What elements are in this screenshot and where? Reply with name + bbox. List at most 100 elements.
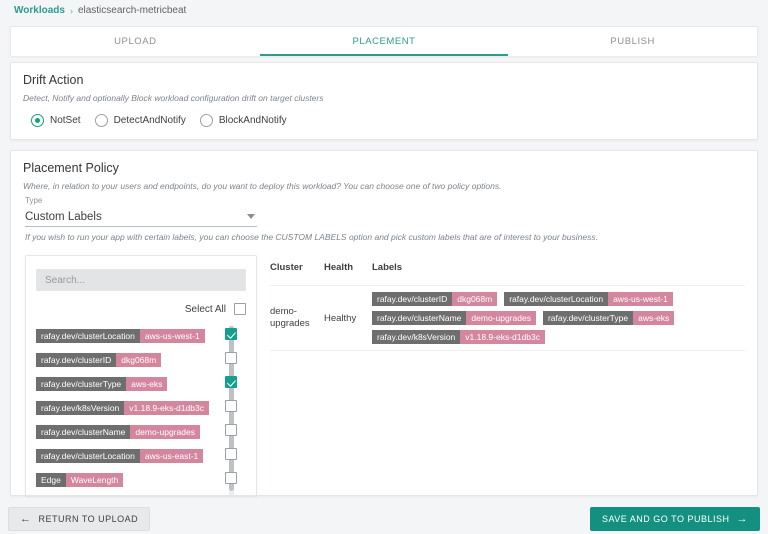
label-chip-value: v1.18.9-eks-d1db3c — [460, 330, 545, 344]
label-item-checkbox[interactable] — [225, 472, 237, 484]
chevron-down-icon — [247, 214, 255, 219]
label-chip-value: aws-eks — [126, 377, 168, 391]
return-to-upload-label: RETURN TO UPLOAD — [38, 514, 139, 524]
label-list-item[interactable]: rafay.dev/clusterLocation aws-us-west-1 — [26, 324, 256, 348]
label-chip-key: rafay.dev/k8sVersion — [372, 330, 461, 344]
cell-cluster-name: demo-upgrades — [270, 306, 310, 329]
breadcrumb-separator-icon: › — [69, 6, 73, 16]
radio-icon-blockandnotify — [199, 114, 213, 127]
label-item-checkbox[interactable] — [225, 424, 237, 436]
policy-type-hint: If you wish to run your app with certain… — [25, 232, 598, 242]
placement-policy-subtitle: Where, in relation to your users and end… — [23, 181, 502, 191]
label-list-item[interactable]: rafay.dev/clusterLocation aws-us-east-1 — [26, 444, 256, 468]
label-chip-value: aws-eks — [633, 311, 675, 325]
label-chip: rafay.dev/clusterName demo-upgrades — [372, 311, 536, 325]
label-chip-key: rafay.dev/clusterID — [372, 292, 453, 306]
label-chip-value: aws-us-west-1 — [608, 292, 673, 306]
select-all-checkbox[interactable] — [234, 303, 246, 315]
label-chip: rafay.dev/clusterLocation aws-us-west-1 — [36, 329, 205, 343]
table-row: demo-upgrades Healthy rafay.dev/clusterID d… — [270, 285, 745, 351]
radio-label-blockandnotify: BlockAndNotify — [218, 115, 287, 126]
label-item-checkbox[interactable] — [225, 328, 237, 340]
radio-option-detectandnotify[interactable]: DetectAndNotify — [94, 114, 186, 127]
label-chip: rafay.dev/clusterID dkg068m — [36, 353, 162, 367]
label-chip-key: rafay.dev/clusterLocation — [36, 329, 140, 343]
label-list-item[interactable]: rafay.dev/clusterName demo-upgrades — [26, 420, 256, 444]
label-item-checkbox-wrap — [225, 423, 246, 441]
label-list-item[interactable]: rafay.dev/clusterID dkg068m — [26, 348, 256, 372]
label-chip: rafay.dev/k8sVersion v1.18.9-eks-d1db3c — [36, 401, 209, 415]
label-chip: rafay.dev/clusterName demo-upgrades — [36, 425, 200, 439]
drift-action-radio-group: NotSet DetectAndNotify BlockAndNotify — [11, 103, 757, 127]
policy-type-field[interactable]: Custom Labels — [25, 207, 257, 227]
column-header-cluster: Cluster — [270, 262, 303, 273]
label-chip: rafay.dev/clusterType aws-eks — [36, 377, 168, 391]
label-item-checkbox-wrap — [225, 471, 246, 489]
radio-option-notset[interactable]: NotSet — [31, 114, 81, 127]
label-chip: rafay.dev/clusterLocation aws-us-east-1 — [36, 449, 204, 463]
label-chip: rafay.dev/clusterLocation aws-us-west-1 — [504, 292, 673, 306]
label-chip-value: aws-us-west-1 — [139, 329, 205, 343]
label-item-checkbox[interactable] — [225, 352, 237, 364]
table-body: demo-upgrades Healthy rafay.dev/clusterID d… — [270, 285, 745, 351]
label-chip-key: rafay.dev/clusterName — [36, 425, 131, 439]
breadcrumb-root-link[interactable]: Workloads — [14, 4, 65, 18]
label-chip-key: rafay.dev/k8sVersion — [36, 401, 125, 415]
drift-action-title: Drift Action — [23, 73, 84, 87]
return-to-upload-button[interactable]: ← RETURN TO UPLOAD — [8, 507, 151, 531]
search-input[interactable] — [36, 269, 246, 291]
breadcrumb-current: elasticsearch-metricbeat — [77, 5, 187, 16]
cluster-table: Cluster Health Labels demo-upgrades Healt… — [270, 262, 745, 351]
tab-upload[interactable]: UPLOAD — [11, 27, 260, 56]
tab-placement[interactable]: PLACEMENT — [259, 27, 509, 56]
drift-action-subtitle: Detect, Notify and optionally Block work… — [23, 93, 324, 103]
wizard-tabbar: UPLOAD PLACEMENT PUBLISH — [10, 26, 758, 56]
policy-type-caption: Type — [25, 196, 43, 205]
label-item-checkbox-wrap — [225, 351, 246, 369]
label-list: rafay.dev/clusterLocation aws-us-west-1 ra… — [26, 324, 256, 495]
select-all-label: Select All — [184, 303, 226, 315]
label-chip-value: v1.18.9-eks-d1db3c — [124, 401, 209, 415]
label-chip-key: rafay.dev/clusterLocation — [504, 292, 609, 306]
placement-page: Workloads › elasticsearch-metricbeat UPL… — [0, 0, 768, 534]
label-item-checkbox[interactable] — [225, 400, 237, 412]
cell-cluster-health: Healthy — [324, 312, 357, 324]
label-chip-value: demo-upgrades — [466, 311, 536, 325]
label-chip: rafay.dev/clusterID dkg068m — [372, 292, 498, 306]
label-chip: rafay.dev/k8sVersion v1.18.9-eks-d1db3c — [372, 330, 545, 344]
radio-label-notset: NotSet — [50, 115, 81, 126]
policy-type-value: Custom Labels — [25, 210, 102, 223]
label-chip-key: rafay.dev/clusterType — [36, 377, 127, 391]
column-header-labels: Labels — [372, 262, 403, 273]
label-chip-key: Edge — [36, 473, 66, 487]
label-chip-value: WaveLength — [65, 473, 124, 487]
tab-publish[interactable]: PUBLISH — [508, 27, 757, 56]
label-list-item[interactable]: rafay.dev/k8sVersion v1.18.9-eks-d1db3c — [26, 396, 256, 420]
label-chip-key: rafay.dev/clusterName — [372, 311, 467, 325]
drift-action-card: Drift Action Detect, Notify and optional… — [10, 62, 758, 140]
label-list-item[interactable]: Edge WaveLength — [26, 468, 256, 492]
label-list-item[interactable]: rafay.dev/clusterType aws-eks — [26, 372, 256, 396]
save-and-go-to-publish-label: SAVE AND GO TO PUBLISH — [601, 514, 730, 524]
radio-option-blockandnotify[interactable]: BlockAndNotify — [199, 114, 287, 127]
label-chip-value: dkg068m — [116, 353, 162, 367]
arrow-right-icon: → — [736, 512, 748, 525]
table-header-row: Cluster Health Labels — [270, 262, 745, 285]
label-chip-key: rafay.dev/clusterID — [36, 353, 117, 367]
policy-type-select[interactable]: Type Custom Labels — [25, 196, 257, 227]
placement-policy-title: Placement Policy — [23, 161, 119, 175]
column-header-health: Health — [324, 262, 354, 273]
select-all-row[interactable]: Select All — [185, 303, 246, 315]
radio-icon-notset — [31, 114, 44, 127]
label-chip: Edge WaveLength — [36, 473, 124, 487]
label-chip-key: rafay.dev/clusterLocation — [36, 449, 140, 463]
label-chip: rafay.dev/clusterType aws-eks — [542, 311, 675, 325]
radio-label-detectandnotify: DetectAndNotify — [113, 115, 186, 126]
save-and-go-to-publish-button[interactable]: SAVE AND GO TO PUBLISH → — [589, 507, 760, 531]
arrow-left-icon: ← — [20, 512, 32, 525]
label-item-checkbox-wrap — [225, 447, 246, 465]
breadcrumb: Workloads › elasticsearch-metricbeat — [14, 4, 186, 18]
cell-cluster-labels: rafay.dev/clusterID dkg068m rafay.dev/clus… — [372, 292, 745, 344]
label-item-checkbox[interactable] — [225, 448, 237, 460]
label-item-checkbox[interactable] — [225, 376, 237, 388]
